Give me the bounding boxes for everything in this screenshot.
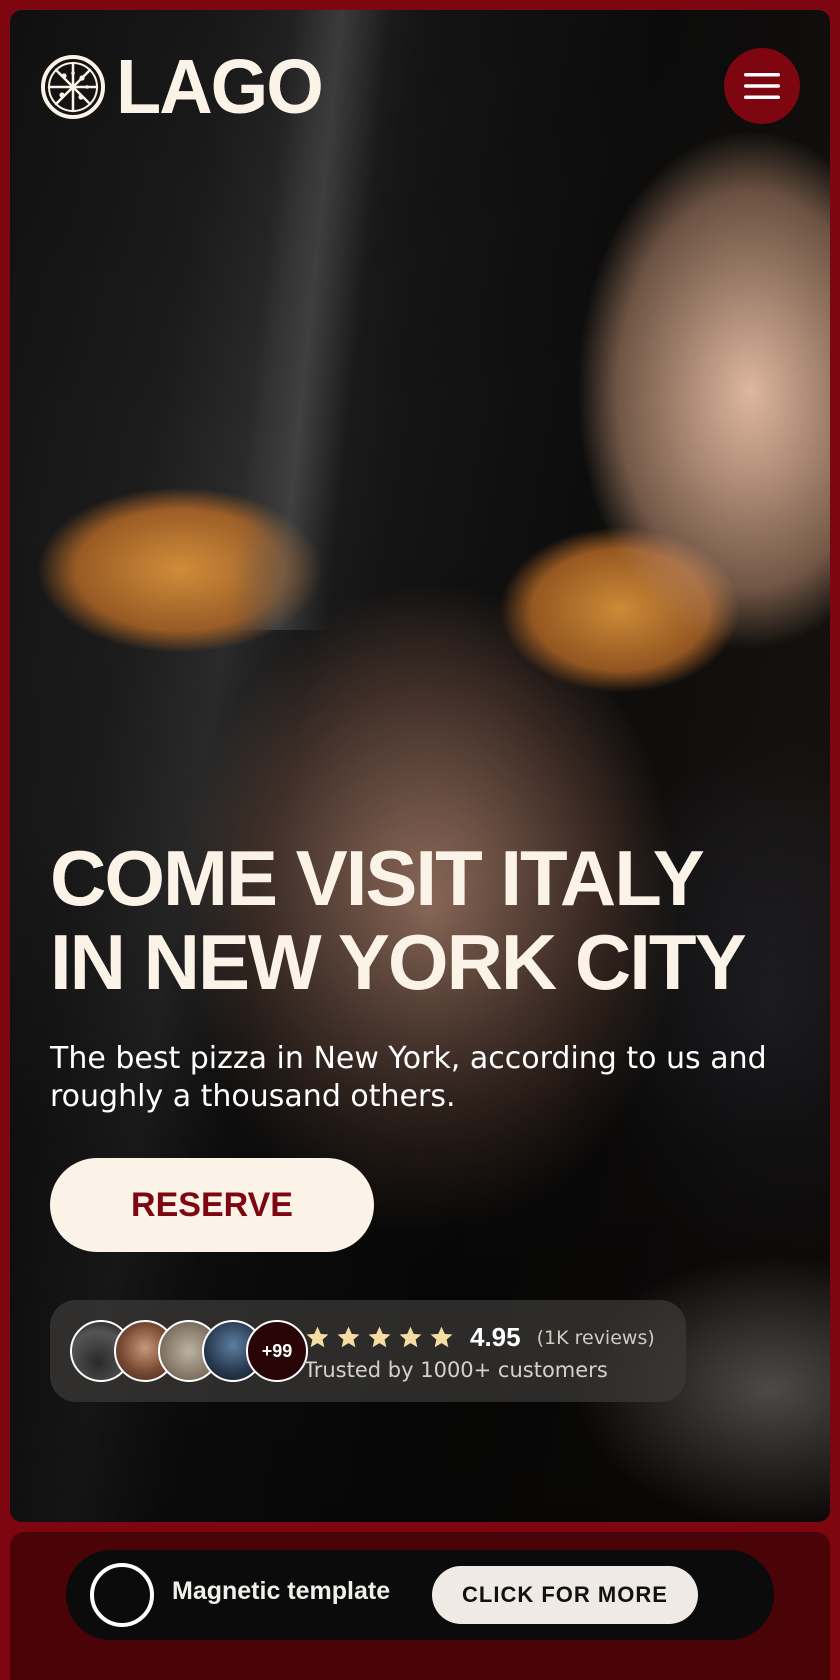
reserve-button[interactable]: RESERVE — [50, 1158, 374, 1252]
review-count: (1K reviews) — [536, 1326, 655, 1349]
rating-row: 4.95 (1K reviews) — [305, 1322, 655, 1353]
headline-line-2: IN NEW YORK CITY — [50, 918, 747, 1006]
template-bar: Magnetic template CLICK FOR MORE — [66, 1550, 774, 1640]
headline-line-1: COME VISIT ITALY — [50, 834, 705, 922]
pizza-icon — [41, 55, 105, 119]
bottom-panel: Magnetic template CLICK FOR MORE — [10, 1532, 830, 1680]
social-proof-card: +99 4.95 (1K reviews) Trusted by 1000+ c… — [50, 1300, 686, 1402]
trusted-text: Trusted by 1000+ customers — [304, 1358, 608, 1382]
hamburger-icon — [744, 73, 780, 99]
hero-headline: COME VISIT ITALY IN NEW YORK CITY — [50, 836, 770, 1004]
template-label: Magnetic template — [172, 1577, 391, 1605]
star-icon — [337, 1326, 360, 1348]
star-rating — [305, 1325, 454, 1350]
star-icon — [430, 1326, 453, 1348]
menu-button[interactable] — [724, 48, 800, 124]
star-icon — [306, 1326, 329, 1348]
rating-value: 4.95 — [470, 1322, 521, 1352]
click-for-more-button[interactable]: CLICK FOR MORE — [432, 1566, 698, 1624]
star-icon — [368, 1326, 391, 1348]
brand-logo[interactable]: LAGO — [40, 43, 324, 130]
brand-name: LAGO — [116, 43, 324, 130]
hero-section: LAGO COME VISIT ITALY IN NEW YORK CITY T… — [10, 10, 830, 1522]
star-icon — [399, 1326, 422, 1348]
hero-subtitle: The best pizza in New York, according to… — [50, 1041, 767, 1114]
circle-icon — [90, 1563, 154, 1627]
avatar-more-count: +99 — [246, 1320, 308, 1382]
